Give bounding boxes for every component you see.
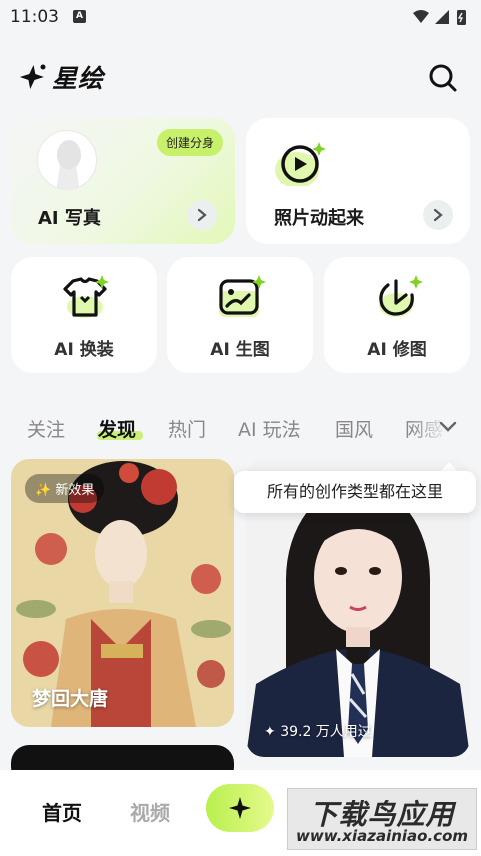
signal-icon bbox=[435, 10, 449, 24]
tab-discover[interactable]: 发现 bbox=[98, 415, 136, 442]
photo-animate-card[interactable]: 照片动起来 bbox=[246, 118, 470, 244]
app-header: 星绘 bbox=[0, 54, 481, 100]
chevron-right-icon bbox=[433, 208, 443, 222]
nav-video[interactable]: 视频 bbox=[130, 797, 170, 826]
status-time: 11:03 bbox=[10, 7, 59, 27]
mannequin-icon bbox=[56, 140, 81, 189]
status-bar: 11:03 A bbox=[0, 0, 481, 34]
ai-outfit-card[interactable]: AI 换装 bbox=[11, 257, 157, 373]
watermark-logo: 下载鸟应用 www.xiazainiao.com bbox=[287, 788, 477, 850]
ai-retouch-card[interactable]: AI 修图 bbox=[324, 257, 470, 373]
creation-types-tooltip[interactable]: 所有的创作类型都在这里 bbox=[234, 471, 476, 513]
new-effect-badge: ✨ 新效果 bbox=[25, 474, 105, 503]
category-tabs: 关注 发现 热门 AI 玩法 国风 网感 bbox=[0, 405, 481, 451]
wifi-icon bbox=[413, 10, 429, 23]
ai-retouch-label: AI 修图 bbox=[367, 340, 427, 360]
ai-generate-card[interactable]: AI 生图 bbox=[167, 257, 313, 373]
create-button[interactable] bbox=[206, 784, 274, 832]
image-generate-icon bbox=[219, 275, 266, 317]
ai-generate-label: AI 生图 bbox=[210, 340, 270, 360]
notification-a-icon: A bbox=[73, 10, 86, 23]
sparkle-logo-icon bbox=[19, 64, 46, 89]
ai-outfit-label: AI 换装 bbox=[54, 340, 114, 360]
play-camera-icon bbox=[275, 142, 326, 186]
sparkle-icon bbox=[229, 797, 251, 819]
photo-animate-label: 照片动起来 bbox=[274, 208, 364, 229]
tab-hot[interactable]: 热门 bbox=[168, 415, 206, 442]
photo-animate-arrow-button[interactable] bbox=[423, 200, 453, 230]
avatar-placeholder bbox=[37, 130, 97, 190]
tab-guofeng[interactable]: 国风 bbox=[335, 415, 373, 442]
watermark-url: www.xiazainiao.com bbox=[295, 827, 469, 845]
ai-portrait-label: AI 写真 bbox=[38, 208, 101, 229]
nav-home[interactable]: 首页 bbox=[42, 797, 82, 826]
chevron-down-icon[interactable] bbox=[439, 420, 457, 434]
search-icon[interactable] bbox=[427, 62, 459, 94]
feed-card-tang[interactable]: ✨ 新效果 梦回大唐 bbox=[11, 459, 234, 727]
retouch-icon bbox=[379, 275, 423, 317]
tab-follow[interactable]: 关注 bbox=[27, 415, 65, 442]
tab-ai-play[interactable]: AI 玩法 bbox=[238, 415, 301, 442]
bottom-nav: 首页 视频 下载鸟应用 www.xiazainiao.com bbox=[0, 770, 481, 856]
feed-card-title: 梦回大唐 bbox=[32, 688, 109, 710]
new-effect-label: 新效果 bbox=[55, 483, 95, 498]
status-icons bbox=[413, 10, 466, 25]
ai-portrait-arrow-button[interactable] bbox=[187, 200, 217, 230]
create-avatar-badge[interactable]: 创建分身 bbox=[156, 129, 223, 156]
app-title: 星绘 bbox=[52, 64, 105, 93]
chevron-right-icon bbox=[197, 208, 207, 222]
ai-portrait-card[interactable]: 创建分身 AI 写真 bbox=[11, 118, 235, 244]
usage-count: ✦ 39.2 万人用过 bbox=[264, 724, 372, 740]
usage-count-label: 39.2 万人用过 bbox=[280, 724, 372, 740]
tshirt-icon bbox=[63, 275, 109, 318]
